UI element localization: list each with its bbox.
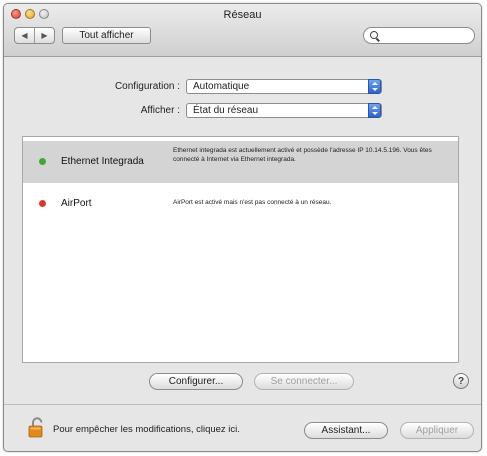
popup-arrows-icon bbox=[368, 103, 381, 118]
footer-divider bbox=[4, 404, 481, 405]
apply-button[interactable]: Appliquer bbox=[400, 422, 474, 439]
title-bar: Réseau ◀ ▶ Tout afficher bbox=[4, 4, 481, 57]
show-all-button[interactable]: Tout afficher bbox=[62, 27, 151, 44]
service-description: Ethernet integrada est actuellement acti… bbox=[173, 147, 432, 163]
search-icon bbox=[370, 31, 378, 39]
list-item-ethernet[interactable]: Ethernet Integrada Ethernet integrada es… bbox=[23, 141, 458, 183]
lock-icon[interactable] bbox=[28, 416, 46, 438]
service-name: AirPort bbox=[61, 198, 92, 209]
service-description: AirPort est activé mais n'est pas connec… bbox=[173, 199, 332, 206]
status-indicator-icon bbox=[39, 200, 46, 207]
network-preferences-window: Réseau ◀ ▶ Tout afficher Configuration :… bbox=[3, 3, 482, 452]
configuration-label: Configuration : bbox=[114, 81, 180, 92]
popup-arrows-icon bbox=[368, 79, 381, 94]
window-title: Réseau bbox=[223, 9, 262, 21]
list-item-airport[interactable]: AirPort AirPort est activé mais n'est pa… bbox=[23, 187, 458, 221]
back-forward-control: ◀ ▶ bbox=[14, 27, 55, 44]
show-value: État du réseau bbox=[193, 105, 259, 116]
configuration-popup[interactable]: Automatique bbox=[186, 79, 382, 94]
search-field[interactable] bbox=[363, 27, 475, 44]
configure-button[interactable]: Configurer... bbox=[149, 373, 243, 390]
connect-button[interactable]: Se connecter... bbox=[254, 373, 354, 390]
assistant-button[interactable]: Assistant... bbox=[304, 422, 388, 439]
lock-message: Pour empêcher les modifications, cliquez… bbox=[53, 424, 240, 435]
network-services-list: Ethernet Integrada Ethernet integrada es… bbox=[22, 136, 459, 363]
status-indicator-icon bbox=[39, 158, 46, 165]
service-name: Ethernet Integrada bbox=[61, 156, 144, 167]
configuration-value: Automatique bbox=[193, 81, 250, 92]
show-popup[interactable]: État du réseau bbox=[186, 103, 382, 118]
help-icon[interactable]: ? bbox=[453, 373, 469, 389]
show-label: Afficher : bbox=[140, 105, 180, 116]
forward-button[interactable]: ▶ bbox=[35, 28, 54, 43]
back-button[interactable]: ◀ bbox=[15, 28, 35, 43]
